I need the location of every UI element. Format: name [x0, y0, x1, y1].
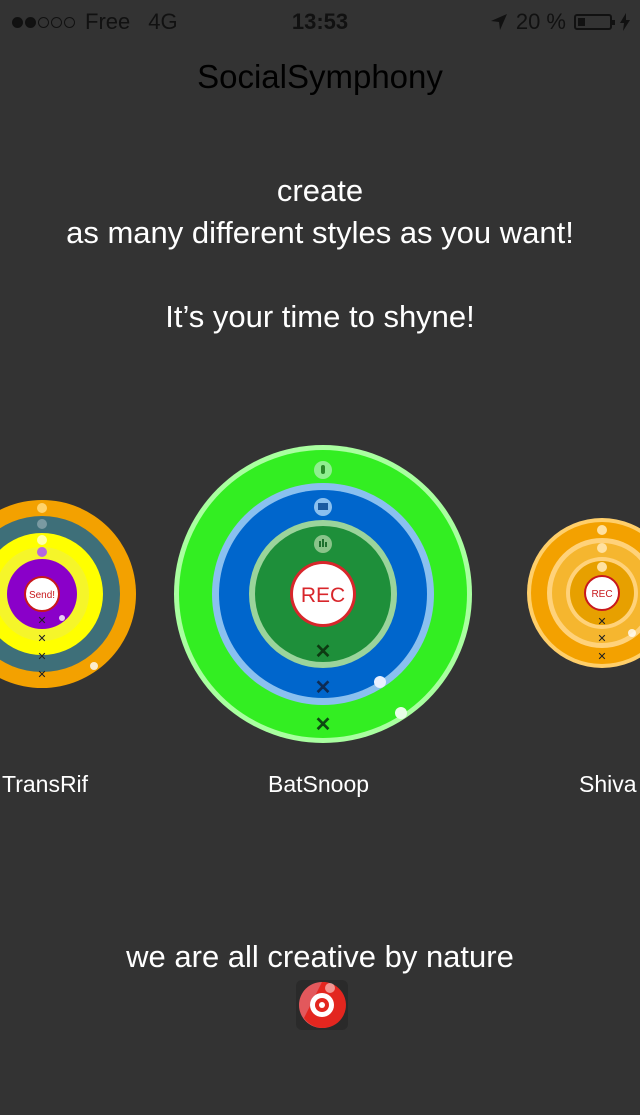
batsnoop-inner-close-icon[interactable]: ✕: [315, 641, 332, 663]
svg-text:✕: ✕: [37, 669, 46, 681]
batsnoop-middle-close-icon[interactable]: ✕: [315, 677, 332, 699]
middle-ring-handle[interactable]: [374, 676, 386, 688]
outer-ring-handle[interactable]: [395, 707, 407, 719]
status-right: 20 %: [490, 9, 630, 35]
intro-line-2: as many different styles as you want!: [66, 215, 574, 250]
shiva-close-icon[interactable]: ✕: [597, 616, 606, 628]
style-wheel-shiva[interactable]: REC ✕ ✕ ✕: [527, 518, 640, 668]
record-logo-icon[interactable]: [296, 980, 348, 1030]
svg-text:✕: ✕: [597, 633, 606, 645]
style-label-transrif[interactable]: TransRif: [2, 771, 88, 798]
style-wheel-transrif[interactable]: Send! ✕ ✕ ✕ ✕: [0, 498, 140, 690]
svg-text:✕: ✕: [37, 633, 46, 645]
transrif-center-label: Send!: [29, 590, 55, 601]
style-wheel-batsnoop[interactable]: REC ✕ ✕ ✕: [172, 443, 474, 745]
app-title: SocialSymphony: [197, 58, 443, 95]
battery-percent: 20 %: [515, 9, 566, 34]
intro-line-3: It’s your time to shyne!: [165, 299, 475, 334]
batsnoop-outer-close-icon[interactable]: ✕: [315, 714, 332, 736]
charging-bolt-icon: [620, 13, 630, 31]
transrif-top-icon: [37, 503, 47, 513]
style-label-shiva[interactable]: Shiva: [579, 771, 637, 798]
footer-text: we are all creative by nature: [126, 939, 514, 974]
rec-label: REC: [301, 584, 345, 607]
shiva-center-label: REC: [591, 589, 612, 600]
svg-text:✕: ✕: [37, 651, 46, 663]
battery-icon: [574, 14, 615, 30]
location-arrow-icon: [490, 14, 507, 30]
style-label-batsnoop[interactable]: BatSnoop: [268, 771, 369, 798]
status-bar: Free 4G 13:53 20 %: [0, 0, 640, 42]
svg-text:✕: ✕: [597, 651, 606, 663]
intro-line-1: create: [276, 173, 364, 208]
transrif-close-icon[interactable]: ✕: [37, 615, 46, 627]
